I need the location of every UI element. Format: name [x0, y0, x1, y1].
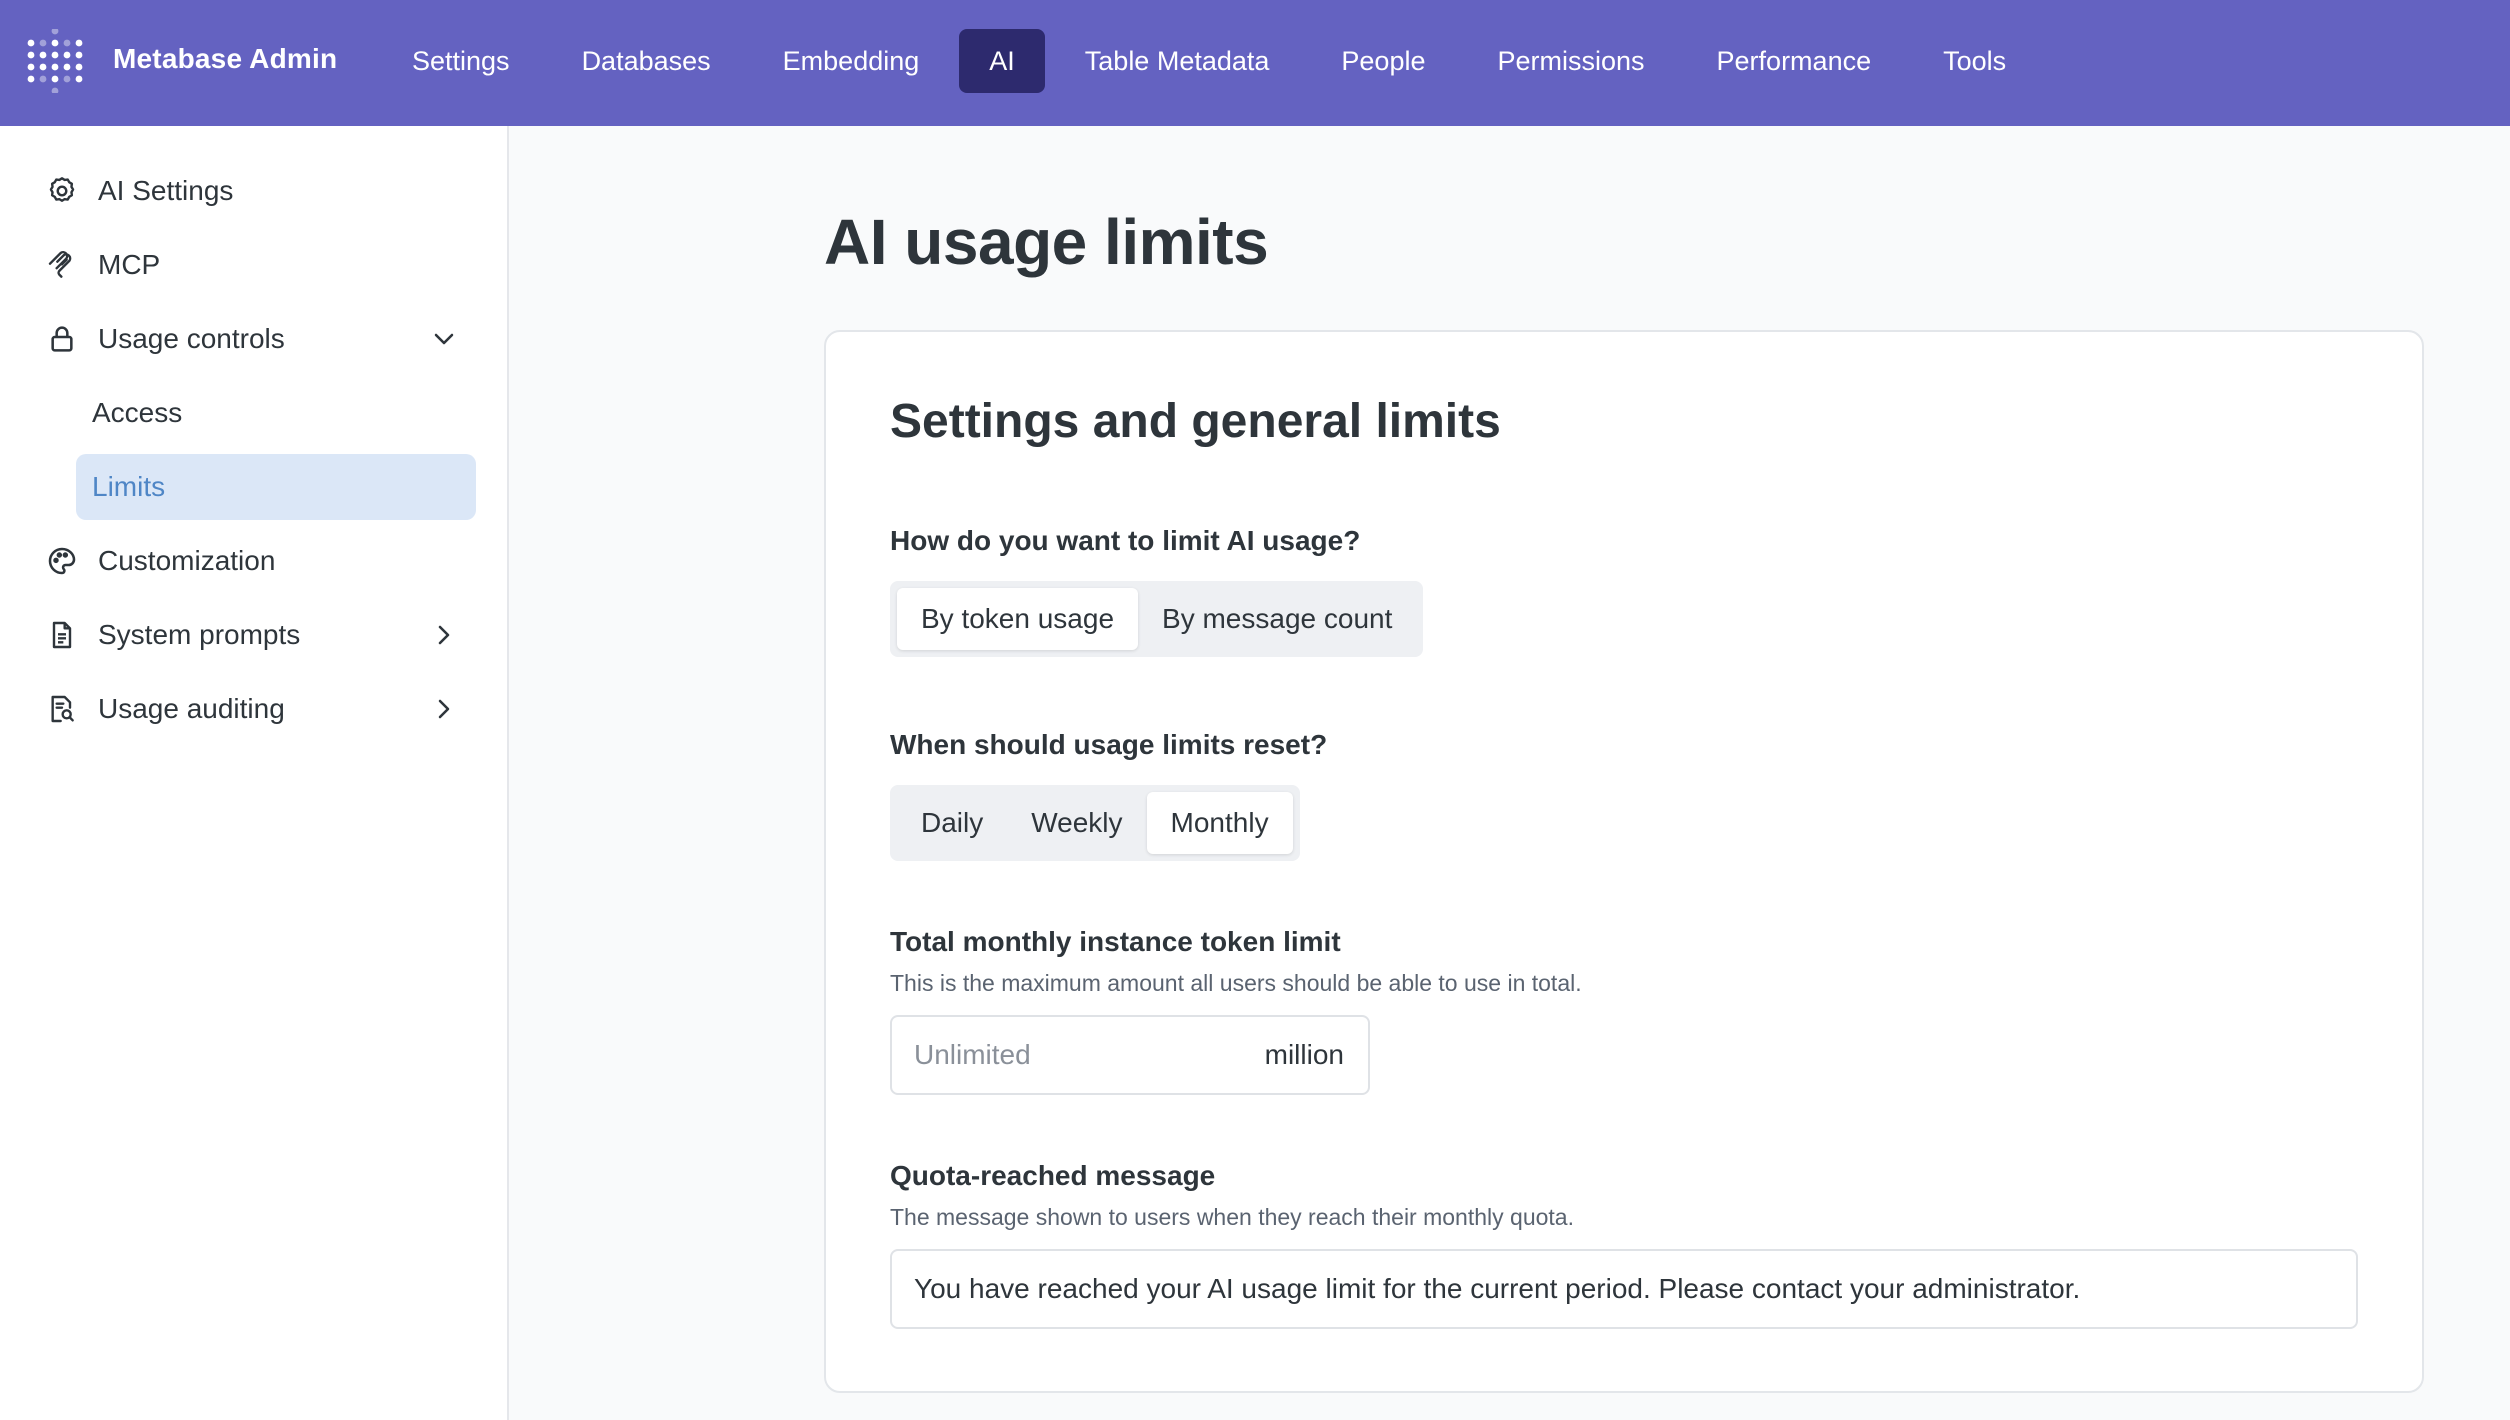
- sidebar-item-label: Usage controls: [98, 323, 285, 354]
- limit-by-message-option[interactable]: By message count: [1138, 588, 1416, 650]
- limit-type-label: How do you want to limit AI usage?: [890, 525, 1361, 556]
- reset-period-segmented-control: Daily Weekly Monthly: [890, 785, 1300, 861]
- sidebar-item-ai-settings[interactable]: AI Settings: [38, 158, 476, 224]
- mcp-icon: [40, 243, 84, 287]
- settings-card: Settings and general limits How do you w…: [824, 330, 2424, 1393]
- sidebar-item-label: AI Settings: [98, 175, 234, 206]
- nav-tab-embedding[interactable]: Embedding: [751, 29, 952, 93]
- lock-icon: [40, 317, 84, 361]
- top-nav-bar: Metabase Admin Settings Databases Embedd…: [0, 0, 2510, 126]
- quota-message-label: Quota-reached message: [890, 1160, 1216, 1191]
- token-limit-description: This is the maximum amount all users sho…: [890, 970, 1582, 996]
- token-limit-input[interactable]: [914, 1039, 1244, 1071]
- token-limit-label: Total monthly instance token limit: [890, 926, 1341, 957]
- sidebar-item-label: System prompts: [98, 619, 301, 650]
- reset-weekly-option[interactable]: Weekly: [1007, 792, 1146, 854]
- nav-tab-performance[interactable]: Performance: [1685, 29, 1904, 93]
- limit-type-segmented-control: By token usage By message count: [890, 581, 1424, 657]
- gear-icon: [40, 169, 84, 213]
- admin-nav: Settings Databases Embedding AI Table Me…: [380, 29, 2038, 93]
- nav-tab-tools[interactable]: Tools: [1911, 29, 2038, 93]
- card-title: Settings and general limits: [890, 395, 1501, 448]
- sidebar-item-customization[interactable]: Customization: [38, 528, 476, 594]
- sidebar-item-label: Customization: [98, 545, 276, 576]
- audit-icon: [40, 687, 84, 731]
- sidebar: AI Settings MCP Usage controls Access Li…: [0, 126, 509, 1420]
- sidebar-item-system-prompts[interactable]: System prompts: [38, 602, 476, 668]
- nav-tab-settings[interactable]: Settings: [380, 29, 542, 93]
- nav-tab-permissions[interactable]: Permissions: [1465, 29, 1676, 93]
- nav-tab-table-metadata[interactable]: Table Metadata: [1053, 29, 1302, 93]
- chevron-right-icon[interactable]: [428, 619, 460, 651]
- chevron-down-icon[interactable]: [428, 323, 460, 355]
- limit-by-token-option[interactable]: By token usage: [897, 588, 1139, 650]
- palette-icon: [40, 539, 84, 583]
- sidebar-item-label: Usage auditing: [98, 693, 285, 724]
- chevron-right-icon[interactable]: [428, 693, 460, 725]
- sidebar-item-label: MCP: [98, 249, 161, 280]
- sidebar-item-mcp[interactable]: MCP: [38, 232, 476, 298]
- metabase-logo-icon[interactable]: [26, 29, 84, 93]
- quota-message-input[interactable]: You have reached your AI usage limit for…: [890, 1249, 2358, 1329]
- nav-tab-ai[interactable]: AI: [959, 29, 1045, 93]
- token-limit-field: million: [890, 1015, 1370, 1095]
- document-icon: [40, 613, 84, 657]
- reset-monthly-option[interactable]: Monthly: [1146, 792, 1293, 854]
- nav-tab-databases[interactable]: Databases: [550, 29, 743, 93]
- sidebar-subitem-limits[interactable]: Limits: [76, 454, 476, 520]
- brand-title: Metabase Admin: [113, 43, 338, 74]
- quota-message-description: The message shown to users when they rea…: [890, 1204, 1574, 1230]
- sidebar-subitem-access[interactable]: Access: [76, 380, 476, 446]
- sidebar-item-usage-controls[interactable]: Usage controls: [38, 306, 476, 372]
- sidebar-item-usage-auditing[interactable]: Usage auditing: [38, 676, 476, 742]
- page-title: AI usage limits: [824, 206, 1269, 278]
- reset-period-label: When should usage limits reset?: [890, 729, 1328, 760]
- token-limit-unit: million: [1264, 1039, 1344, 1070]
- reset-daily-option[interactable]: Daily: [897, 792, 1007, 854]
- nav-tab-people[interactable]: People: [1309, 29, 1457, 93]
